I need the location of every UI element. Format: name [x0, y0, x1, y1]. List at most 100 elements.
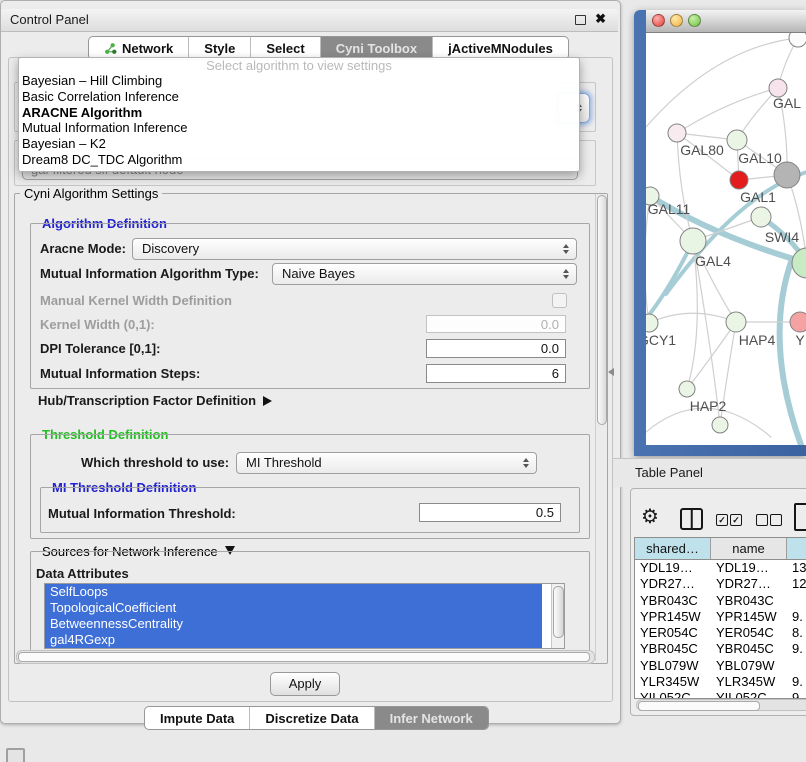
- minimized-panel-icon[interactable]: [6, 748, 25, 762]
- table-row[interactable]: YDR27…YDR27…12: [635, 576, 806, 592]
- network-node-gal10[interactable]: [727, 130, 747, 150]
- float-window-icon[interactable]: [575, 15, 586, 25]
- table-cell[interactable]: 13: [787, 560, 806, 576]
- table-row[interactable]: YBR043CYBR043C: [635, 593, 806, 609]
- network-node-gal4[interactable]: [680, 228, 706, 254]
- table-cell[interactable]: YPR145W: [711, 609, 787, 625]
- network-node[interactable]: [792, 248, 806, 278]
- table-cell[interactable]: YDL19…: [711, 560, 787, 576]
- minimize-window-icon[interactable]: [670, 14, 683, 27]
- table-cell[interactable]: YLR345W: [711, 674, 787, 690]
- network-node[interactable]: [712, 417, 728, 433]
- table-row[interactable]: YIL052CYIL052C9: [635, 690, 806, 699]
- settings-vertical-scrollbar[interactable]: [595, 194, 607, 661]
- table-cell[interactable]: YDR27…: [635, 576, 711, 592]
- scrollbar-thumb[interactable]: [638, 701, 760, 711]
- network-window-titlebar[interactable]: [646, 10, 806, 33]
- network-node-y[interactable]: [790, 312, 806, 332]
- network-canvas[interactable]: GALGAL80GAL10GAL1GAL11SWI4GAL4GCY1HAP4YH…: [646, 32, 806, 445]
- data-attributes-list[interactable]: SelfLoopsTopologicalCoefficientBetweenne…: [44, 583, 565, 649]
- network-edge[interactable]: [780, 262, 801, 445]
- tab-infer-network[interactable]: Infer Network: [375, 707, 488, 729]
- tab-jactivemnodules[interactable]: jActiveMNodules: [433, 37, 568, 59]
- apply-button[interactable]: Apply: [270, 672, 340, 696]
- dpi-tolerance-field[interactable]: [426, 339, 566, 358]
- deselect-all-checkboxes-icon[interactable]: [756, 514, 768, 526]
- scrollbar-thumb[interactable]: [597, 195, 607, 425]
- table-cell[interactable]: YPR145W: [635, 609, 711, 625]
- aracne-mode-combo[interactable]: Discovery: [132, 238, 577, 260]
- table-cell[interactable]: 9.: [787, 609, 806, 625]
- network-edge[interactable]: [677, 88, 778, 133]
- table-row[interactable]: YER054CYER054C8.: [635, 625, 806, 641]
- network-node-gcy1[interactable]: [646, 314, 658, 332]
- mi-steps-field[interactable]: [426, 364, 566, 383]
- attribute-item-topologicalcoefficient[interactable]: TopologicalCoefficient: [45, 600, 542, 616]
- column-header-name[interactable]: name: [711, 538, 787, 559]
- mi-threshold-field[interactable]: [419, 503, 561, 522]
- network-node[interactable]: [789, 32, 806, 47]
- close-panel-icon[interactable]: ✖: [595, 11, 606, 27]
- table-cell[interactable]: [787, 658, 806, 674]
- table-cell[interactable]: YBR045C: [711, 641, 787, 657]
- table-cell[interactable]: 9: [787, 690, 806, 699]
- scrollbar-thumb[interactable]: [553, 586, 564, 638]
- table-cell[interactable]: YLR345W: [635, 674, 711, 690]
- zoom-window-icon[interactable]: [688, 14, 701, 27]
- column-header-a[interactable]: A: [787, 538, 806, 559]
- table-cell[interactable]: YIL052C: [711, 690, 787, 699]
- column-header-shared-[interactable]: shared…: [635, 538, 711, 559]
- tab-cyni-toolbox[interactable]: Cyni Toolbox: [321, 37, 433, 59]
- algorithm-option-bayesian-k2[interactable]: Bayesian – K2: [19, 136, 579, 152]
- tab-select[interactable]: Select: [251, 37, 320, 59]
- algorithm-option-aracne-algorithm[interactable]: ARACNE Algorithm: [19, 105, 579, 121]
- settings-horizontal-scrollbar[interactable]: [16, 650, 595, 664]
- hub-section-toggle[interactable]: Hub/Transcription Factor Definition: [38, 393, 272, 408]
- table-cell[interactable]: YBL079W: [711, 658, 787, 674]
- select-all-checkboxes-icon[interactable]: ✓: [730, 514, 742, 526]
- table-cell[interactable]: YBR045C: [635, 641, 711, 657]
- close-window-icon[interactable]: [652, 14, 665, 27]
- table-row[interactable]: YDL19…YDL19…13: [635, 560, 806, 576]
- network-edge[interactable]: [649, 313, 736, 323]
- network-node-hap4[interactable]: [726, 312, 746, 332]
- table-cell[interactable]: YDR27…: [711, 576, 787, 592]
- table-cell[interactable]: [787, 593, 806, 609]
- table-cell[interactable]: YBR043C: [635, 593, 711, 609]
- which-threshold-combo[interactable]: MI Threshold: [236, 452, 537, 474]
- table-cell[interactable]: 9.: [787, 641, 806, 657]
- table-cell[interactable]: YBR043C: [711, 593, 787, 609]
- tab-style[interactable]: Style: [189, 37, 251, 59]
- table-cell[interactable]: YER054C: [635, 625, 711, 641]
- deselect-all-checkboxes-icon[interactable]: [770, 514, 782, 526]
- algorithm-option-dream8-dc-tdc-algorithm[interactable]: Dream8 DC_TDC Algorithm: [19, 152, 579, 168]
- network-node-swi4[interactable]: [751, 207, 771, 227]
- panel-collapse-arrow-icon[interactable]: [608, 368, 614, 376]
- table-cell[interactable]: 12: [787, 576, 806, 592]
- tab-impute-data[interactable]: Impute Data: [145, 707, 250, 729]
- algorithm-option-basic-correlation-inference[interactable]: Basic Correlation Inference: [19, 89, 579, 105]
- select-all-checkboxes-icon[interactable]: ✓: [716, 514, 728, 526]
- document-icon[interactable]: [794, 503, 806, 531]
- table-cell[interactable]: YIL052C: [635, 690, 711, 699]
- attribute-item-selfloops[interactable]: SelfLoops: [45, 584, 542, 600]
- split-view-icon[interactable]: [680, 508, 703, 530]
- table-cell[interactable]: 8.: [787, 625, 806, 641]
- table-cell[interactable]: YER054C: [711, 625, 787, 641]
- table-cell[interactable]: YDL19…: [635, 560, 711, 576]
- algorithm-option-mutual-information-inference[interactable]: Mutual Information Inference: [19, 120, 579, 136]
- network-node-gal80[interactable]: [668, 124, 686, 142]
- table-row[interactable]: YPR145WYPR145W9.: [635, 609, 806, 625]
- mi-type-combo[interactable]: Naive Bayes: [272, 263, 577, 285]
- scrollbar-thumb[interactable]: [18, 652, 590, 662]
- attribute-item-gal4rgexp[interactable]: gal4RGexp: [45, 632, 542, 648]
- algorithm-option-bayesian-hill-climbing[interactable]: Bayesian – Hill Climbing: [19, 73, 579, 89]
- table-horizontal-scrollbar[interactable]: [636, 699, 806, 711]
- network-node-hap2[interactable]: [679, 381, 695, 397]
- attributes-vertical-scrollbar[interactable]: [551, 584, 564, 648]
- attribute-item-betweennesscentrality[interactable]: BetweennessCentrality: [45, 616, 542, 632]
- tab-network[interactable]: Network: [89, 37, 189, 59]
- table-cell[interactable]: YBL079W: [635, 658, 711, 674]
- table-row[interactable]: YBL079WYBL079W: [635, 658, 806, 674]
- table-row[interactable]: YBR045CYBR045C9.: [635, 641, 806, 657]
